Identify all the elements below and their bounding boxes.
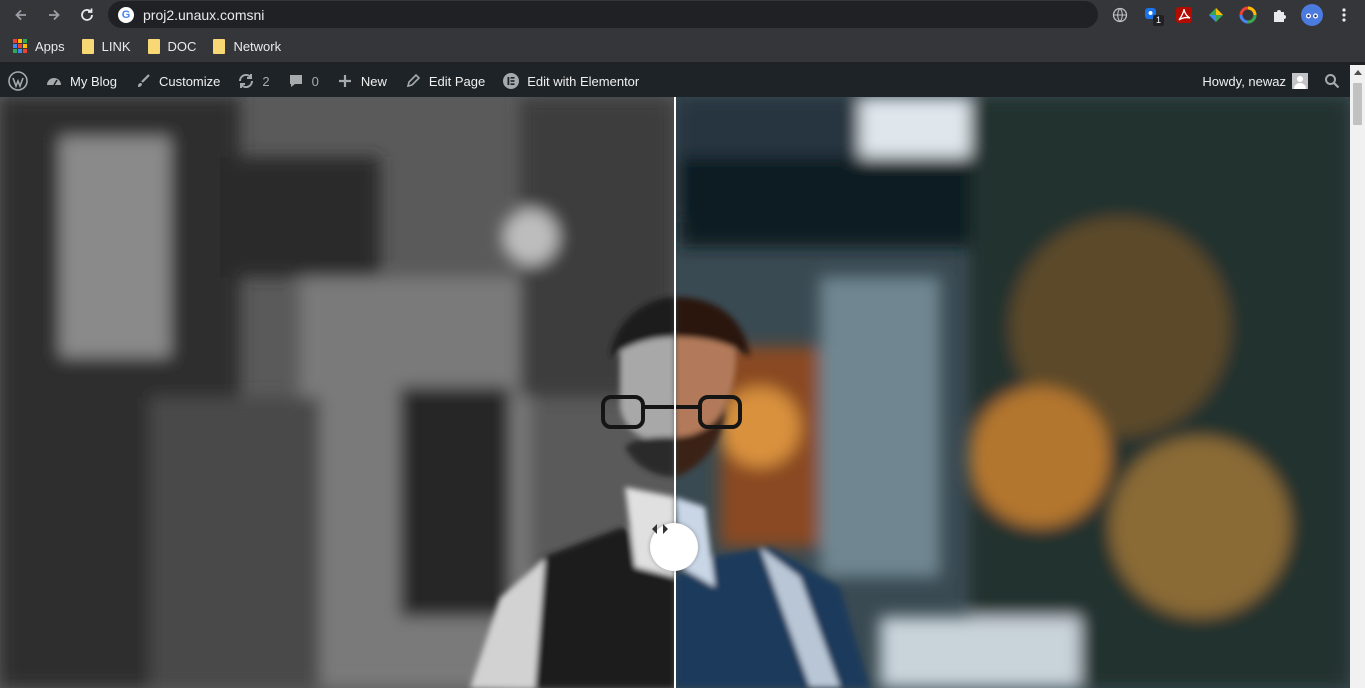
site-name-menu[interactable]: My Blog <box>36 65 125 97</box>
apps-grid-icon <box>13 39 27 53</box>
elementor-icon <box>501 71 521 91</box>
comment-icon <box>286 71 306 91</box>
address-bar[interactable]: G proj2.unaux.comsni <box>108 1 1098 28</box>
edit-page-label: Edit Page <box>428 73 486 89</box>
forward-button[interactable] <box>42 3 66 27</box>
diamond-extension-icon[interactable] <box>1205 4 1227 26</box>
updates-icon <box>236 71 256 91</box>
plus-icon <box>335 71 355 91</box>
notification-extension-icon[interactable]: 1 <box>1141 4 1164 26</box>
after-image <box>675 97 1350 688</box>
before-image <box>0 97 675 688</box>
wordpress-logo-icon <box>8 71 28 91</box>
customize-link[interactable]: Customize <box>125 65 228 97</box>
pencil-icon <box>403 71 423 91</box>
left-right-arrows-icon <box>652 524 668 534</box>
wp-admin-bar: My Blog Customize 2 0 New Edit Page Edit… <box>0 65 1350 97</box>
arrow-left-icon <box>15 9 26 21</box>
search-icon <box>1325 74 1340 89</box>
updates-count: 2 <box>262 73 270 89</box>
scroll-up-arrow-icon[interactable] <box>1354 70 1362 75</box>
updates-link[interactable]: 2 <box>228 65 277 97</box>
bookmark-network[interactable]: Network <box>213 38 282 54</box>
browser-toolbar: G proj2.unaux.comsni 1 <box>0 0 1365 30</box>
brush-icon <box>133 71 153 91</box>
reload-icon <box>81 8 93 21</box>
new-content-menu[interactable]: New <box>327 65 395 97</box>
new-label: New <box>360 73 387 89</box>
globe-icon[interactable] <box>1109 4 1131 26</box>
edit-page-link[interactable]: Edit Page <box>395 65 493 97</box>
back-button[interactable] <box>9 3 33 27</box>
customize-label: Customize <box>158 73 221 89</box>
bookmark-doc[interactable]: DOC <box>147 38 197 54</box>
google-icon: G <box>118 6 134 23</box>
comments-link[interactable]: 0 <box>278 65 327 97</box>
url-text[interactable]: proj2.unaux.comsni <box>143 7 264 23</box>
bookmark-label: DOC <box>167 38 197 54</box>
admin-search[interactable] <box>1316 65 1350 97</box>
comments-count: 0 <box>311 73 319 89</box>
folder-icon <box>147 38 160 54</box>
avatar <box>1292 73 1308 89</box>
puzzle-extensions-icon[interactable] <box>1269 4 1291 26</box>
acrobat-icon[interactable] <box>1173 4 1195 26</box>
elementor-link[interactable]: Edit with Elementor <box>493 65 647 97</box>
arrow-right-icon <box>49 9 60 21</box>
bookmark-apps[interactable]: Apps <box>13 39 65 54</box>
bookmark-label: Network <box>233 38 282 54</box>
comparison-divider[interactable] <box>674 97 676 688</box>
howdy-label: Howdy, newaz <box>1202 73 1286 89</box>
bookmark-label: LINK <box>101 38 131 54</box>
extension-badge: 1 <box>1153 15 1164 26</box>
bookmarks-bar: Apps LINK DOC Network <box>0 30 1365 62</box>
scrollbar-thumb[interactable] <box>1353 83 1362 125</box>
site-name: My Blog <box>70 73 117 89</box>
color-wheel-icon[interactable] <box>1237 4 1259 26</box>
bookmark-link[interactable]: LINK <box>81 38 131 54</box>
page-scrollbar[interactable] <box>1350 65 1365 688</box>
wordpress-menu[interactable] <box>0 65 36 97</box>
elementor-label: Edit with Elementor <box>527 73 640 89</box>
bookmark-label: Apps <box>35 38 65 54</box>
folder-icon <box>81 38 94 54</box>
kebab-menu-icon[interactable] <box>1333 4 1355 26</box>
my-account-menu[interactable]: Howdy, newaz <box>1194 65 1316 97</box>
folder-icon <box>213 38 226 54</box>
profile-avatar-icon[interactable] <box>1301 4 1323 26</box>
dashboard-icon <box>44 71 64 91</box>
reload-button[interactable] <box>75 3 99 27</box>
image-comparison[interactable] <box>0 97 1350 688</box>
comparison-handle[interactable] <box>650 523 698 571</box>
